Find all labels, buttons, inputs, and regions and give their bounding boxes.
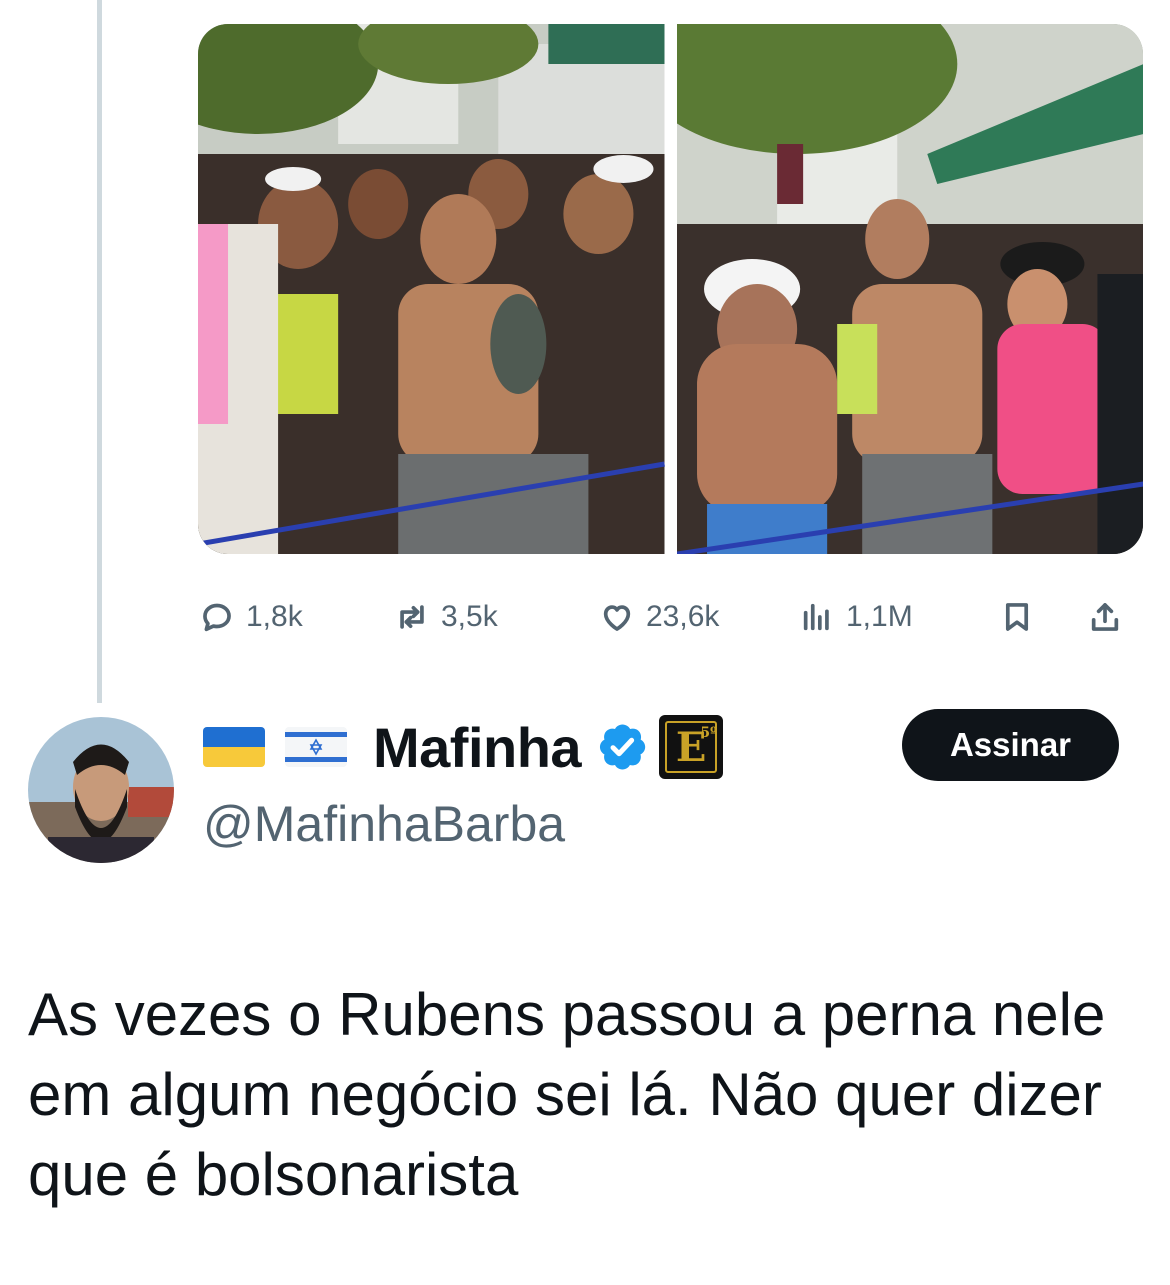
views-count: 1,1M [846,600,913,633]
photo-crowd-man-dancing [198,24,665,554]
israel-flag-icon [285,727,347,767]
share-icon [1091,603,1119,631]
reply-count: 1,8k [246,600,303,633]
thread-connector-line [97,0,102,703]
views-icon [803,603,829,631]
tweet-action-bar: 1,8k 3,5k 23,6k 1,1M [200,592,1145,642]
tweet-photo-2[interactable] [676,24,1143,554]
photo-crowd-man-gesturing [676,24,1143,554]
subscribe-button[interactable]: Assinar [902,709,1119,781]
repost-button[interactable]: 3,5k [395,592,498,642]
repost-icon [400,605,424,629]
affiliation-badge-letter: E [675,723,707,771]
share-button[interactable] [1088,592,1122,642]
ukraine-flag-icon [203,727,265,767]
reply-button[interactable]: 1,8k [200,592,303,642]
like-count: 23,6k [646,600,720,633]
like-button[interactable]: 23,6k [600,592,719,642]
affiliation-badge-icon[interactable]: E 5º [659,715,724,779]
author-display-name[interactable]: Mafinha [373,715,582,780]
affiliation-badge-sup: 5º [700,725,718,741]
tweet-media-grid[interactable] [198,24,1143,554]
tweet-text: As vezes o Rubens passou a perna nele em… [28,981,1106,1208]
views-button[interactable]: 1,1M [800,592,913,642]
author-handle[interactable]: @MafinhaBarba [203,795,565,853]
author-avatar[interactable] [28,717,174,863]
bookmark-button[interactable] [1000,592,1034,642]
bookmark-icon [1005,603,1029,631]
repost-count: 3,5k [441,600,498,633]
tweet-photo-1[interactable] [198,24,665,554]
reply-icon [203,603,231,632]
like-icon [603,605,631,631]
verified-badge-icon [600,724,646,770]
avatar-photo [28,717,174,863]
author-name-row: Mafinha E 5º [203,712,724,782]
